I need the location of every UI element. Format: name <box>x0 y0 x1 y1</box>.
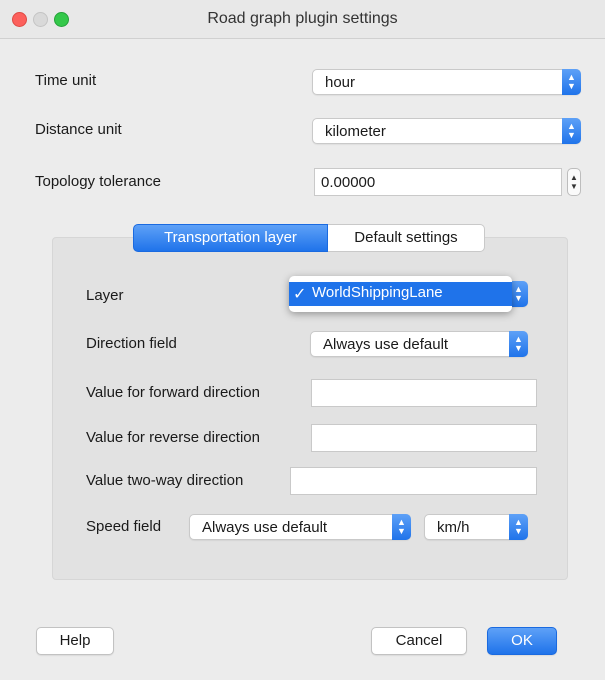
direction-field-label: Direction field <box>86 335 177 352</box>
distance-unit-combo[interactable]: kilometer ▲ ▼ <box>312 118 581 144</box>
speed-field-label: Speed field <box>86 518 162 535</box>
help-button[interactable]: Help <box>36 627 114 655</box>
combo-arrows-icon: ▲ ▼ <box>392 514 411 540</box>
title-bar: Road graph plugin settings <box>0 0 605 39</box>
layer-label: Layer <box>86 287 124 304</box>
time-unit-combo[interactable]: hour ▲ ▼ <box>312 69 581 95</box>
layer-option-label: WorldShippingLane <box>312 284 443 301</box>
layer-dropdown-popup: ✓ WorldShippingLane <box>289 276 512 312</box>
combo-arrows-icon: ▲ ▼ <box>562 118 581 144</box>
combo-arrows-icon: ▲ ▼ <box>509 514 528 540</box>
topology-tolerance-value: 0.00000 <box>321 174 376 191</box>
forward-direction-input[interactable] <box>311 379 537 407</box>
spinner-down-icon: ▼ <box>570 182 578 191</box>
distance-unit-label: Distance unit <box>35 121 122 138</box>
time-unit-label: Time unit <box>35 72 97 89</box>
checkmark-icon: ✓ <box>293 286 307 303</box>
combo-arrows-icon: ▲ ▼ <box>562 69 581 95</box>
forward-direction-label: Value for forward direction <box>86 384 260 401</box>
topology-tolerance-label: Topology tolerance <box>35 173 161 190</box>
layer-option-selected[interactable]: ✓ WorldShippingLane <box>289 282 512 306</box>
time-unit-value: hour <box>325 74 356 91</box>
ok-button[interactable]: OK <box>487 627 557 655</box>
topology-tolerance-spinner[interactable]: ▲ ▼ <box>567 168 581 196</box>
window-title: Road graph plugin settings <box>207 10 398 27</box>
distance-unit-value: kilometer <box>325 123 386 140</box>
topology-tolerance-input[interactable]: 0.00000 <box>314 168 562 196</box>
tab-transportation-layer[interactable]: Transportation layer <box>133 224 328 252</box>
two-way-direction-label: Value two-way direction <box>86 472 244 489</box>
speed-field-combo[interactable]: Always use default ▲ ▼ <box>189 514 411 540</box>
spinner-up-icon: ▲ <box>570 173 578 182</box>
two-way-direction-input[interactable] <box>290 467 537 495</box>
combo-arrows-icon: ▲ ▼ <box>509 331 528 357</box>
direction-field-value: Always use default <box>323 336 449 353</box>
speed-unit-value: km/h <box>437 519 470 536</box>
cancel-button[interactable]: Cancel <box>371 627 467 655</box>
direction-field-combo[interactable]: Always use default ▲ ▼ <box>310 331 528 357</box>
reverse-direction-label: Value for reverse direction <box>86 429 260 446</box>
speed-field-value: Always use default <box>202 519 328 536</box>
reverse-direction-input[interactable] <box>311 424 537 452</box>
tab-default-settings[interactable]: Default settings <box>328 224 485 252</box>
speed-unit-combo[interactable]: km/h ▲ ▼ <box>424 514 528 540</box>
